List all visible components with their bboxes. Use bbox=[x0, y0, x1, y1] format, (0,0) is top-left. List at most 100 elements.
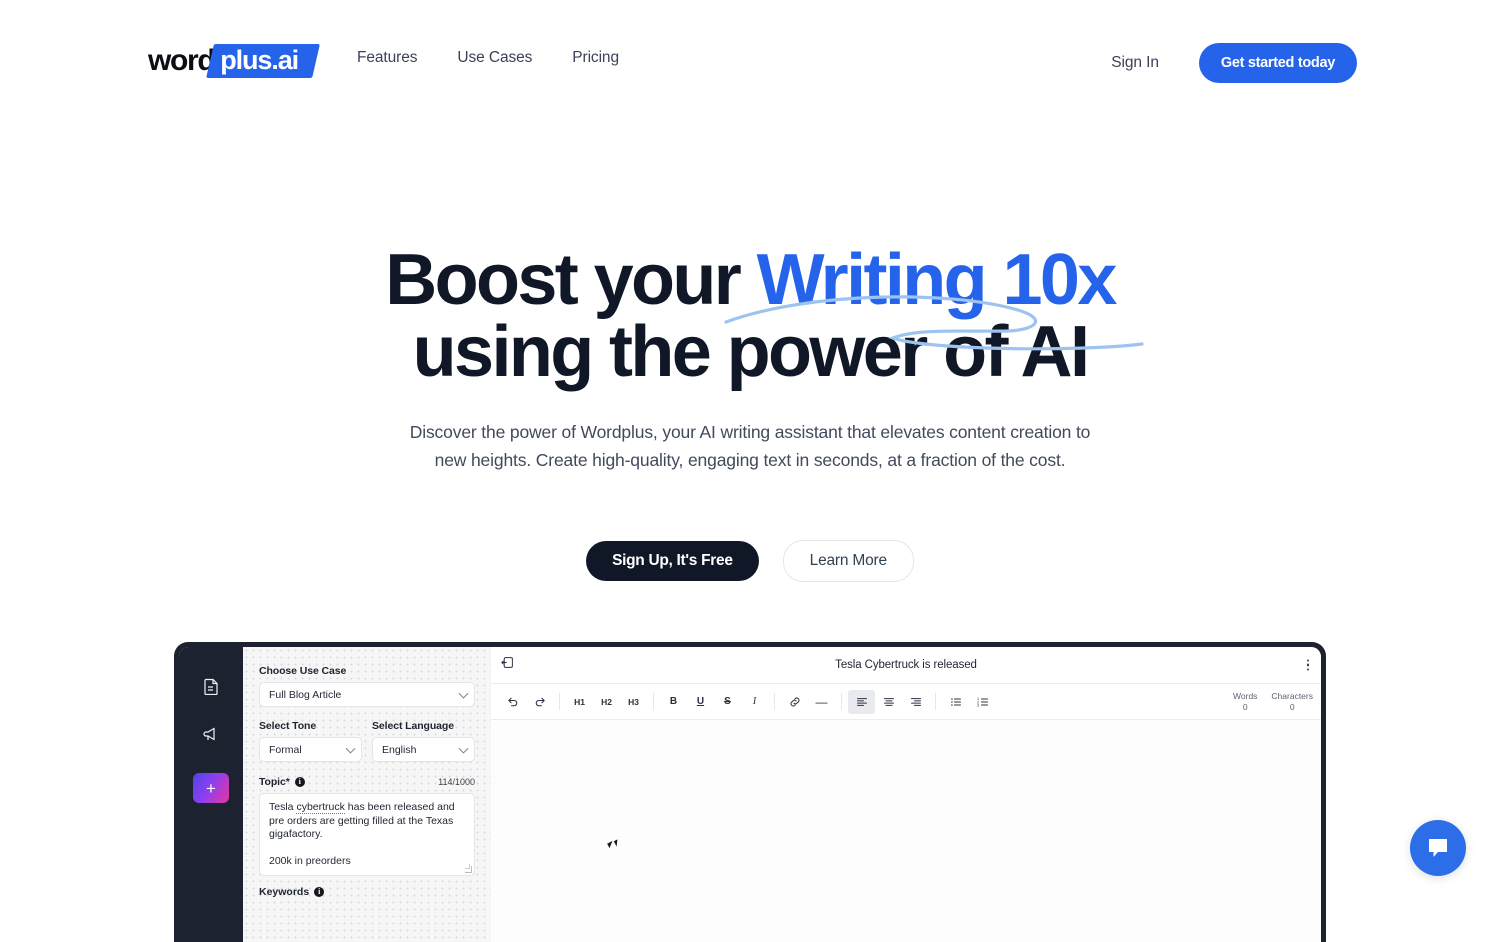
app-screenshot-frame: + Choose Use Case Full Blog Article Sele… bbox=[174, 642, 1326, 942]
editor-content-area[interactable] bbox=[491, 720, 1321, 942]
nav-links: Features Use Cases Pricing bbox=[357, 49, 639, 67]
topic-header: Topic* i 114/1000 bbox=[259, 776, 475, 788]
editor-toolbar: H1 H2 H3 B U S I — bbox=[491, 684, 1321, 720]
toolbar-divider bbox=[841, 693, 842, 710]
words-counter: Words 0 bbox=[1233, 691, 1257, 713]
page-title: Boost your Writing 10x using the power o… bbox=[0, 244, 1500, 388]
bold-icon[interactable]: B bbox=[660, 690, 687, 714]
language-field: Select Language English bbox=[372, 720, 475, 762]
tone-label: Select Tone bbox=[259, 720, 362, 732]
keywords-label: Keywords i bbox=[259, 886, 475, 898]
toolbar-insert-group: — bbox=[781, 690, 835, 714]
tone-field: Select Tone Formal bbox=[259, 720, 362, 762]
headline-text-highlight: Writing 10x bbox=[757, 240, 1115, 320]
document-title: Tesla Cybertruck is released bbox=[491, 659, 1321, 671]
toolbar-history-group bbox=[499, 690, 553, 714]
toolbar-align-group bbox=[848, 690, 929, 714]
top-navbar: word plus.ai Features Use Cases Pricing … bbox=[0, 0, 1500, 122]
get-started-button[interactable]: Get started today bbox=[1199, 43, 1357, 83]
topic-label: Topic* bbox=[259, 776, 290, 788]
language-label: Select Language bbox=[372, 720, 475, 732]
align-center-icon[interactable] bbox=[875, 690, 902, 714]
nav-link-use-cases[interactable]: Use Cases bbox=[437, 49, 552, 67]
topic-text-start: Tesla bbox=[269, 801, 296, 813]
toolbar-divider bbox=[774, 693, 775, 710]
new-document-button[interactable]: + bbox=[193, 773, 229, 803]
toolbar-divider bbox=[653, 693, 654, 710]
chevron-down-icon bbox=[346, 743, 356, 753]
horizontal-rule-icon[interactable]: — bbox=[808, 690, 835, 714]
headline-line-2: using the power of AI bbox=[0, 316, 1500, 388]
align-left-icon[interactable] bbox=[848, 690, 875, 714]
toolbar-format-group: B U S I bbox=[660, 690, 768, 714]
chevron-down-icon bbox=[459, 743, 469, 753]
use-case-select[interactable]: Full Blog Article bbox=[259, 682, 475, 707]
mouse-cursor bbox=[607, 841, 615, 848]
tone-value: Formal bbox=[269, 744, 302, 756]
numbered-list-icon[interactable]: 1 2 3 bbox=[969, 690, 996, 714]
words-label: Words bbox=[1233, 691, 1257, 702]
italic-icon[interactable]: I bbox=[741, 690, 768, 714]
nav-link-features[interactable]: Features bbox=[357, 49, 437, 67]
word-count-group: Words 0 Characters 0 bbox=[1233, 691, 1313, 713]
nav-link-pricing[interactable]: Pricing bbox=[552, 49, 639, 67]
chat-widget-button[interactable] bbox=[1410, 820, 1466, 876]
headline-line-1: Boost your Writing 10x bbox=[0, 244, 1500, 316]
characters-label: Characters bbox=[1271, 691, 1313, 702]
chat-bubble-icon bbox=[1426, 837, 1450, 859]
generator-form-panel: Choose Use Case Full Blog Article Select… bbox=[243, 647, 491, 942]
topic-char-counter: 114/1000 bbox=[438, 777, 475, 787]
app-sidebar-rail: + bbox=[179, 647, 243, 942]
more-options-icon[interactable] bbox=[1307, 660, 1309, 671]
characters-counter: Characters 0 bbox=[1271, 691, 1313, 713]
hero-cta-group: Sign Up, It's Free Learn More bbox=[0, 540, 1500, 582]
headline-text-plain: Boost your bbox=[385, 240, 756, 320]
toolbar-list-group: 1 2 3 bbox=[942, 690, 996, 714]
language-value: English bbox=[382, 744, 416, 756]
nav-right-group: Sign In Get started today bbox=[1111, 43, 1357, 83]
redo-icon[interactable] bbox=[526, 690, 553, 714]
learn-more-button[interactable]: Learn More bbox=[783, 540, 914, 582]
logo[interactable]: word plus.ai bbox=[148, 42, 316, 80]
use-case-label: Choose Use Case bbox=[259, 665, 475, 677]
underline-icon[interactable]: U bbox=[687, 690, 714, 714]
chevron-down-icon bbox=[459, 688, 469, 698]
toolbar-divider bbox=[935, 693, 936, 710]
resize-handle-icon[interactable] bbox=[465, 866, 472, 873]
logo-word-text: word bbox=[148, 46, 214, 76]
toolbar-divider bbox=[559, 693, 560, 710]
info-icon[interactable]: i bbox=[295, 777, 305, 787]
keywords-label-text: Keywords bbox=[259, 886, 309, 898]
words-value: 0 bbox=[1233, 702, 1257, 713]
topic-input[interactable]: Tesla cybertruck has been released and p… bbox=[259, 793, 475, 876]
logo-plus-badge: plus.ai bbox=[207, 44, 321, 78]
megaphone-icon[interactable] bbox=[198, 721, 224, 747]
heading-1-icon[interactable]: H1 bbox=[566, 690, 593, 714]
tone-select[interactable]: Formal bbox=[259, 737, 362, 762]
heading-3-icon[interactable]: H3 bbox=[620, 690, 647, 714]
undo-icon[interactable] bbox=[499, 690, 526, 714]
language-select[interactable]: English bbox=[372, 737, 475, 762]
sign-in-link[interactable]: Sign In bbox=[1111, 54, 1159, 72]
app-window: + Choose Use Case Full Blog Article Sele… bbox=[179, 647, 1321, 942]
heading-2-icon[interactable]: H2 bbox=[593, 690, 620, 714]
logo-plus-text: plus.ai bbox=[221, 46, 299, 74]
topic-paragraph-2: 200k in preorders bbox=[269, 855, 465, 869]
editor-header: Tesla Cybertruck is released bbox=[491, 647, 1321, 684]
strikethrough-icon[interactable]: S bbox=[714, 690, 741, 714]
characters-value: 0 bbox=[1271, 702, 1313, 713]
info-icon[interactable]: i bbox=[314, 887, 324, 897]
hero-subheading: Discover the power of Wordplus, your AI … bbox=[400, 418, 1100, 474]
tone-language-row: Select Tone Formal Select Language Engli… bbox=[259, 720, 475, 762]
align-right-icon[interactable] bbox=[902, 690, 929, 714]
bullet-list-icon[interactable] bbox=[942, 690, 969, 714]
signup-free-button[interactable]: Sign Up, It's Free bbox=[586, 541, 759, 581]
document-editor: Tesla Cybertruck is released H1 bbox=[491, 647, 1321, 942]
topic-label-group: Topic* i bbox=[259, 776, 305, 788]
document-icon[interactable] bbox=[198, 673, 224, 699]
toolbar-heading-group: H1 H2 H3 bbox=[566, 690, 647, 714]
topic-text-misspelled: cybertruck bbox=[296, 801, 344, 814]
svg-text:3: 3 bbox=[977, 703, 979, 707]
link-icon[interactable] bbox=[781, 690, 808, 714]
use-case-value: Full Blog Article bbox=[269, 689, 341, 701]
